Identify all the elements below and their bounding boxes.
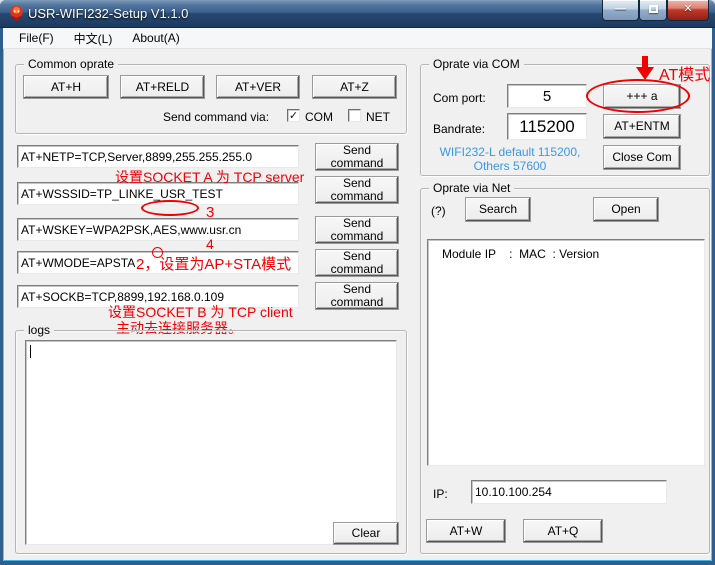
check-icon: ✓ xyxy=(289,110,298,122)
send-command-button-3[interactable]: Send command xyxy=(315,216,399,244)
annotation-socket-a: 设置SOCKET A 为 TCP server xyxy=(115,167,304,187)
net-checkbox-label: NET xyxy=(366,110,390,124)
maximize-icon xyxy=(649,5,658,13)
close-com-button[interactable]: Close Com xyxy=(603,145,681,170)
close-icon: ✕ xyxy=(683,3,692,15)
at-z-button[interactable]: AT+Z xyxy=(312,75,397,99)
send-command-button-5[interactable]: Send command xyxy=(315,282,399,310)
oprate-via-com-title: Oprate via COM xyxy=(429,57,524,71)
minimize-button[interactable]: — xyxy=(602,0,639,21)
text-caret xyxy=(30,345,31,358)
search-button[interactable]: Search xyxy=(465,197,531,222)
com-port-label: Com port: xyxy=(433,91,486,105)
com-port-input[interactable] xyxy=(507,84,587,108)
logs-textarea[interactable] xyxy=(25,340,397,545)
red-arrow-down-icon xyxy=(636,56,654,81)
bandrate-hint-line1: WIFI232-L default 115200, xyxy=(425,145,595,159)
send-via-label: Send command via: xyxy=(163,110,269,124)
menu-about[interactable]: About(A) xyxy=(124,29,187,47)
bandrate-input[interactable] xyxy=(507,113,587,140)
ip-label: IP: xyxy=(433,487,448,501)
module-list-header: Module IP : MAC : Version xyxy=(428,240,704,261)
annotation-circle-wmode xyxy=(152,247,163,258)
logs-title: logs xyxy=(24,323,54,337)
app-window: USR-WIFI232-Setup V1.1.0 — ✕ File(F) 中文(… xyxy=(0,0,715,565)
at-w-button[interactable]: AT+W xyxy=(426,519,506,543)
at-entm-button[interactable]: AT+ENTM xyxy=(603,114,681,139)
command-input-netp[interactable] xyxy=(17,145,299,168)
send-command-button-1[interactable]: Send command xyxy=(315,143,399,171)
window-title: USR-WIFI232-Setup V1.1.0 xyxy=(28,6,188,21)
clear-button[interactable]: Clear xyxy=(333,522,399,545)
at-h-button[interactable]: AT+H xyxy=(23,75,109,99)
oprate-via-net-title: Oprate via Net xyxy=(429,181,514,195)
app-icon xyxy=(8,5,25,22)
annotation-number-3: 3 xyxy=(206,204,214,221)
menu-file[interactable]: File(F) xyxy=(11,29,62,47)
bandrate-label: Bandrate: xyxy=(433,122,485,136)
annotation-number-4: 4 xyxy=(206,236,214,252)
close-button[interactable]: ✕ xyxy=(667,0,709,21)
send-command-button-2[interactable]: Send command xyxy=(315,176,399,204)
at-q-button[interactable]: AT+Q xyxy=(523,519,603,543)
command-input-wskey[interactable] xyxy=(17,218,299,241)
minimize-icon: — xyxy=(615,3,626,15)
at-ver-button[interactable]: AT+VER xyxy=(216,75,300,99)
at-reld-button[interactable]: AT+RELD xyxy=(120,75,205,99)
menu-language[interactable]: 中文(L) xyxy=(66,28,121,49)
com-checkbox[interactable]: ✓ xyxy=(287,109,300,122)
annotation-ellipse-plus-a xyxy=(586,79,690,113)
net-help-label[interactable]: (?) xyxy=(431,204,446,218)
ip-input[interactable] xyxy=(471,480,667,504)
module-list[interactable]: Module IP : MAC : Version xyxy=(427,239,705,466)
open-button[interactable]: Open xyxy=(593,197,659,222)
com-checkbox-label: COM xyxy=(305,110,333,124)
bandrate-hint-line2: Others 57600 xyxy=(425,159,595,173)
common-oprate-title: Common oprate xyxy=(24,57,118,71)
maximize-button[interactable] xyxy=(639,0,667,21)
send-command-button-4[interactable]: Send command xyxy=(315,249,399,277)
annotation-ellipse-wsssid xyxy=(141,200,199,216)
title-bar[interactable]: USR-WIFI232-Setup V1.1.0 — ✕ xyxy=(0,0,715,28)
menu-bar: File(F) 中文(L) About(A) xyxy=(3,28,712,49)
net-checkbox[interactable] xyxy=(348,109,361,122)
